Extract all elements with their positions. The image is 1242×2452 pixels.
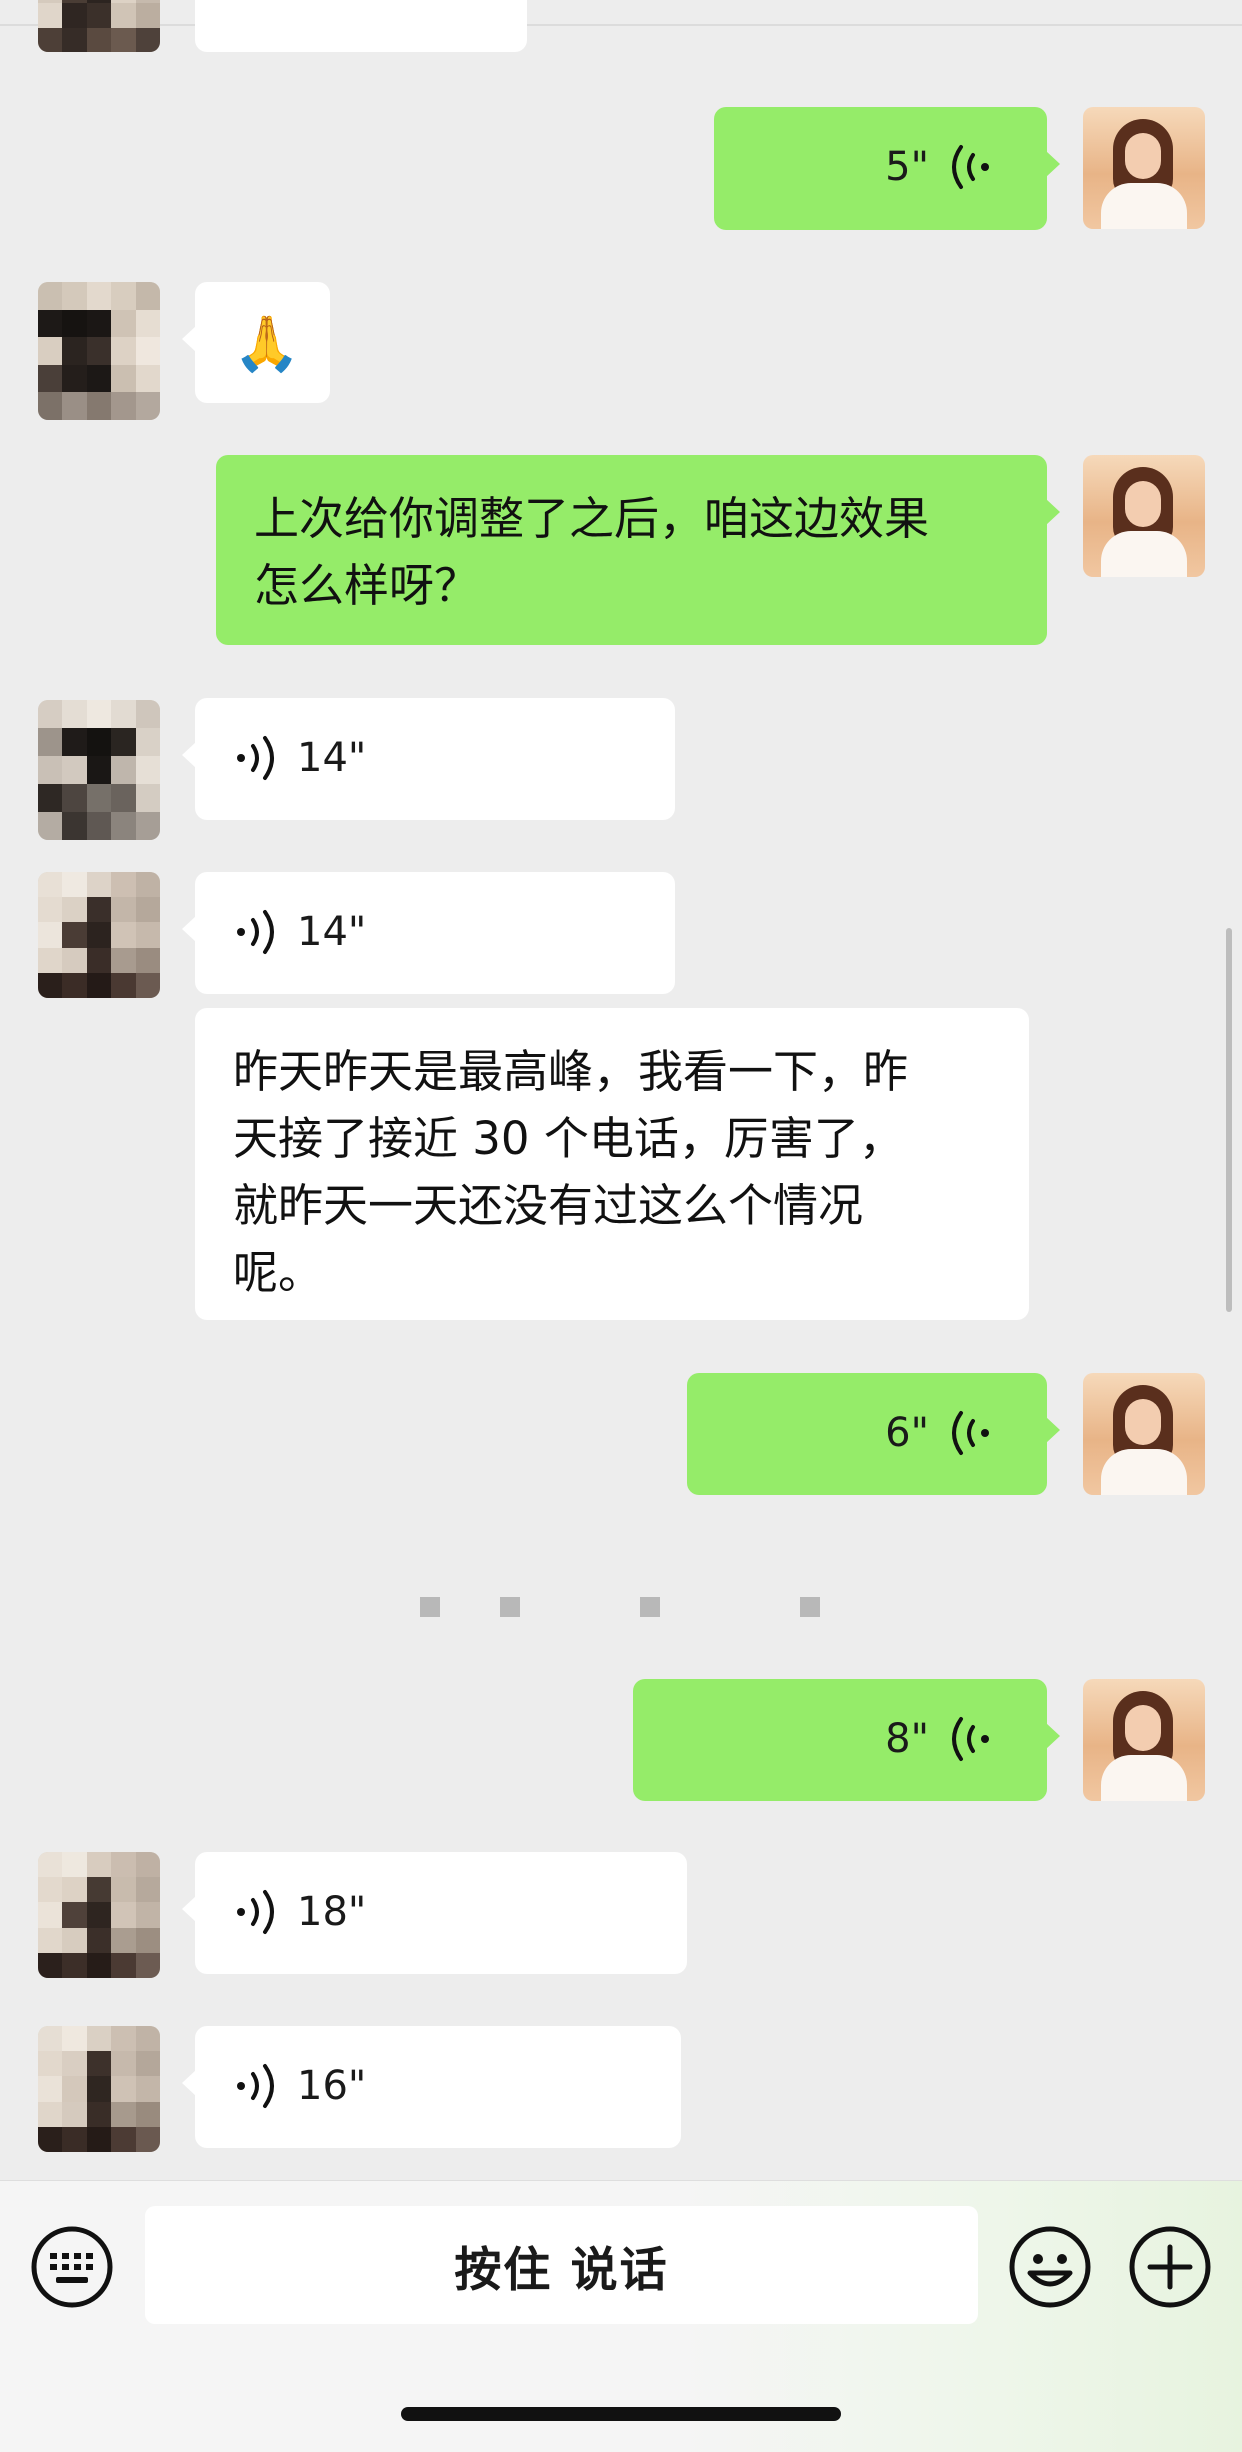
text-message-outgoing[interactable]: 上次给你调整了之后，咱这边效果 怎么样呀？ <box>216 455 1060 645</box>
my-avatar[interactable] <box>1083 455 1205 577</box>
message-text: 上次给你调整了之后，咱这边效果 怎么样呀？ <box>254 492 930 612</box>
voice-message-outgoing[interactable]: 6" <box>687 1373 1060 1495</box>
keyboard-icon[interactable] <box>30 2225 114 2309</box>
emoji-message-incoming[interactable]: 🙏 <box>182 282 330 403</box>
my-avatar[interactable] <box>1083 107 1205 229</box>
my-avatar[interactable] <box>1083 1679 1205 1801</box>
voice-duration: 16" <box>297 2063 367 2109</box>
voice-wave-icon <box>237 1890 274 1934</box>
peer-avatar[interactable] <box>38 700 160 840</box>
plus-icon[interactable] <box>1128 2225 1212 2309</box>
voice-message-incoming[interactable]: 18" <box>182 1852 687 1974</box>
redacted-timestamp <box>0 1597 1242 1621</box>
peer-avatar[interactable] <box>38 2026 160 2152</box>
voice-duration: 5" <box>885 144 929 190</box>
voice-message-outgoing[interactable]: 8" <box>633 1679 1060 1801</box>
divider <box>0 24 1242 26</box>
text-message-incoming[interactable]: 昨天昨天是最高峰，我看一下，昨 天接了接近 30 个电话，厉害了， 就昨天一天还… <box>195 1008 1029 1320</box>
voice-wave-icon <box>952 1411 989 1455</box>
scrollbar[interactable] <box>1226 928 1232 1312</box>
peer-avatar[interactable] <box>38 1852 160 1978</box>
emoji: 🙏 <box>233 312 301 375</box>
voice-wave-icon <box>237 2064 274 2108</box>
voice-duration: 14" <box>297 909 367 955</box>
peer-avatar[interactable] <box>38 282 160 420</box>
voice-message-incoming[interactable]: 14" <box>182 698 675 820</box>
voice-message-outgoing[interactable]: 5" <box>714 107 1060 230</box>
home-indicator <box>401 2407 841 2421</box>
voice-duration: 18" <box>297 1889 367 1935</box>
hold-to-talk-button[interactable]: 按住 说话 <box>145 2206 978 2324</box>
chat-area[interactable]: 5" 🙏 上次给你调整了之后，咱这边效果 怎么样呀？ 14" 14" 昨天昨天是… <box>0 0 1242 2180</box>
voice-wave-icon <box>952 145 989 189</box>
my-avatar[interactable] <box>1083 1373 1205 1495</box>
voice-message-incoming[interactable]: 14" <box>182 872 675 994</box>
emoji-icon[interactable] <box>1008 2225 1092 2309</box>
message-bubble-partial[interactable] <box>195 0 527 52</box>
voice-duration: 6" <box>885 1410 929 1456</box>
voice-duration: 8" <box>885 1716 929 1762</box>
message-text: 昨天昨天是最高峰，我看一下，昨 天接了接近 30 个电话，厉害了， 就昨天一天还… <box>233 1045 909 1299</box>
peer-avatar[interactable] <box>38 0 160 52</box>
voice-duration: 14" <box>297 735 367 781</box>
voice-wave-icon <box>952 1717 989 1761</box>
voice-wave-icon <box>237 736 274 780</box>
voice-wave-icon <box>237 910 274 954</box>
peer-avatar[interactable] <box>38 872 160 998</box>
voice-message-incoming[interactable]: 16" <box>182 2026 681 2148</box>
